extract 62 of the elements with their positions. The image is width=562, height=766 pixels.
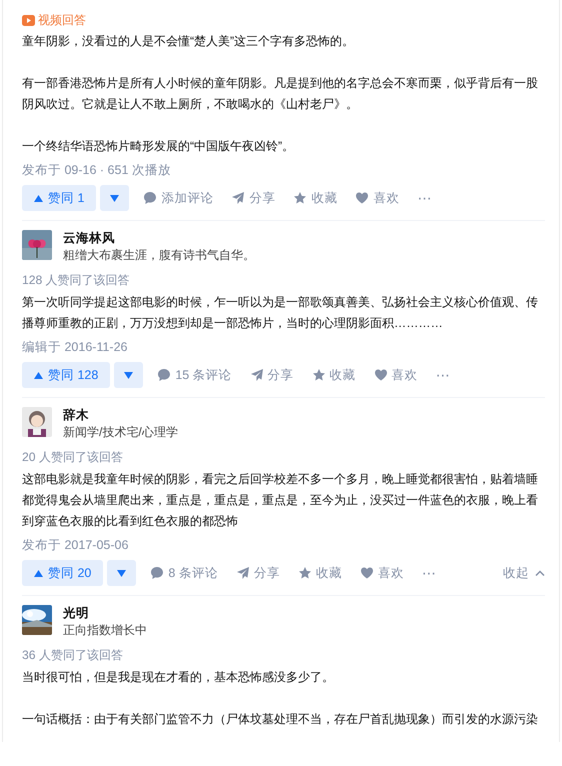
chevron-up-icon [535, 570, 545, 576]
comment-button[interactable]: 8 条评论 [150, 564, 218, 582]
star-icon [298, 566, 312, 580]
upvote-button[interactable]: 赞同 20 [22, 560, 104, 586]
downvote-button[interactable] [107, 560, 136, 586]
speech-bubble-icon [157, 368, 172, 382]
triangle-down-icon [117, 570, 126, 576]
like-button[interactable]: 喜欢 [355, 190, 400, 206]
author-name[interactable]: 云海林风 [63, 230, 255, 246]
speech-bubble-icon [143, 191, 158, 205]
like-button[interactable]: 喜欢 [360, 564, 404, 582]
publish-time[interactable]: 编辑于 2016-11-26 [22, 337, 545, 357]
collect-button[interactable]: 收藏 [298, 564, 342, 582]
paper-plane-icon [231, 191, 246, 205]
publish-time[interactable]: 发布于 2017-05-06 [22, 535, 545, 555]
vote-count: 20 人赞同了该回答 [22, 449, 124, 466]
answer-paragraph: 第一次听同学提起这部电影的时候，乍一听以为是一部歌颂真善美、弘扬社会主义核心价值观、传播尊师重教的正剧，万万没想到却是一部恐怖片，当时的心理阴影面积………… [22, 294, 539, 332]
author-bio: 正向指数增长中 [63, 622, 147, 639]
author-bio: 新闻学/技术宅/心理学 [63, 424, 178, 441]
comment-button[interactable]: 15 条评论 [157, 366, 232, 384]
more-button[interactable]: ⋯ [422, 564, 436, 582]
video-answer-tag[interactable]: 视频回答 [22, 12, 86, 29]
heart-icon [360, 566, 374, 580]
publish-time[interactable]: 发布于 09-16 · 651 次播放 [22, 160, 545, 180]
heart-icon [355, 191, 370, 205]
author-bio: 粗缯大布裹生涯，腹有诗书气自华。 [63, 247, 255, 264]
paper-plane-icon [250, 368, 264, 382]
answer-paragraph: 这部电影就是我童年时候的阴影，看完之后回学校差不多一个多月，晚上睡觉都很害怕，贴着墙睡都觉得鬼会从墙里爬出来，重点是，重点是，重点是，至今为止，没买过一件蓝色的衣服，晚上看到穿蓝色衣服的比看到红色衣服的都恐怖 [22, 471, 539, 530]
heart-icon [374, 368, 388, 382]
share-button[interactable]: 分享 [236, 564, 280, 582]
answer-paragraph: 童年阴影，没看过的人是不会懂“楚人美”这三个字有多恐怖的。 [22, 33, 356, 50]
collapse-button[interactable]: 收起 [503, 564, 545, 582]
answer-paragraph: 一句话概括：由于有关部门监管不力（尸体坟墓处理不当，存在尸首乱抛现象）而引发的水源污染 [22, 711, 539, 728]
more-button[interactable]: ⋯ [417, 190, 432, 206]
play-icon [22, 15, 35, 26]
answer-paragraph: 当时很可怕，但是我是现在才看的，基本恐怖感没多少了。 [22, 669, 335, 686]
triangle-up-icon [34, 570, 43, 576]
triangle-up-icon [34, 194, 43, 202]
paper-plane-icon [236, 566, 250, 580]
comment-button[interactable]: 添加评论 [143, 190, 214, 206]
answer-paragraph: 一个终结华语恐怖片畸形发展的“中国版午夜凶铃”。 [22, 138, 296, 155]
downvote-button[interactable] [114, 362, 144, 388]
author-name[interactable]: 光明 [63, 605, 147, 621]
speech-bubble-icon [150, 566, 164, 580]
more-button[interactable]: ⋯ [436, 366, 450, 384]
collect-button[interactable]: 收藏 [293, 190, 338, 206]
collect-button[interactable]: 收藏 [312, 366, 356, 384]
triangle-down-icon [124, 372, 134, 378]
vote-count: 128 人赞同了该回答 [22, 272, 131, 289]
like-button[interactable]: 喜欢 [374, 366, 418, 384]
share-button[interactable]: 分享 [250, 366, 294, 384]
author-name[interactable]: 辞木 [63, 407, 178, 423]
upvote-button[interactable]: 赞同 128 [22, 362, 110, 388]
upvote-button[interactable]: 赞同 1 [22, 185, 96, 211]
triangle-up-icon [34, 372, 43, 378]
share-button[interactable]: 分享 [231, 190, 276, 206]
answer-paragraph: 有一部香港恐怖片是所有人小时候的童年阴影。凡是提到他的名字总会不寒而栗，似乎背后有一股阴风吹过。它就是让人不敢上厕所，不敢喝水的《山村老尸》。 [22, 75, 539, 113]
downvote-button[interactable] [100, 185, 130, 211]
star-icon [312, 368, 326, 382]
vote-count: 36 人赞同了该回答 [22, 647, 124, 664]
triangle-down-icon [110, 194, 120, 202]
star-icon [293, 191, 308, 205]
